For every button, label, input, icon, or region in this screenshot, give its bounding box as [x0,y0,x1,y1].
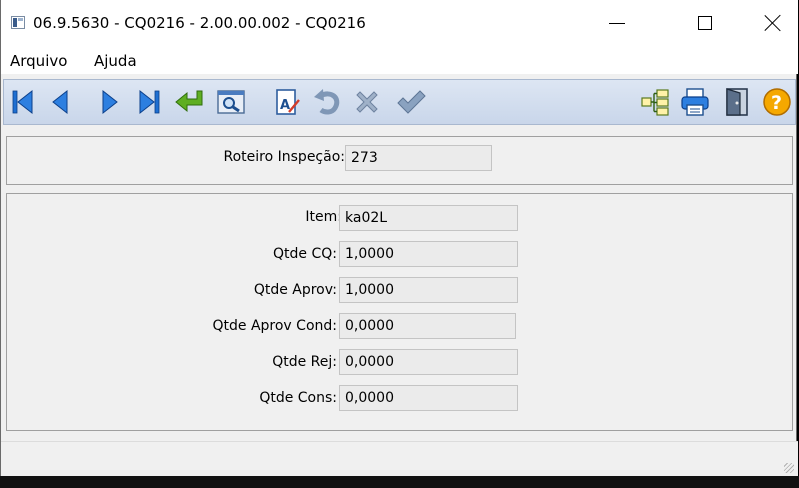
qtde-rej-label: Qtde Rej: [272,354,337,370]
previous-icon [52,89,68,115]
minimize-icon [609,22,625,24]
qtde-aprov-cond-field[interactable]: 0,0000 [339,313,516,339]
item-label: Item: [305,209,342,225]
undo-icon [314,89,340,115]
qtde-cq-field[interactable]: 1,0000 [339,241,518,267]
background-window-strip [0,476,799,488]
exit-door-icon [726,88,748,116]
app-icon[interactable] [11,16,25,29]
checkmark-icon [397,90,426,114]
maximize-icon [698,16,712,30]
help-icon: ? [763,88,791,116]
first-icon [12,89,33,115]
title-bar[interactable]: 06.9.5630 - CQ0216 - 2.00.00.002 - CQ021… [1,0,798,48]
next-record-button[interactable] [92,85,126,119]
qtde-cq-label: Qtde CQ: [273,246,337,262]
roteiro-inspecao-field[interactable]: 273 [345,145,492,171]
application-window: 06.9.5630 - CQ0216 - 2.00.00.002 - CQ021… [0,0,798,476]
roteiro-inspecao-label: Roteiro Inspeção: [223,149,345,165]
qtde-cons-field[interactable]: 0,0000 [339,385,518,411]
qtde-cons-label: Qtde Cons: [259,390,337,406]
help-button[interactable]: ? [760,85,794,119]
edit-button[interactable]: A [270,85,304,119]
header-panel: Roteiro Inspeção: 273 [6,136,793,185]
resize-grip[interactable] [784,463,794,473]
printer-icon [681,88,709,116]
menu-bar: Arquivo Ajuda [1,48,798,74]
window-title: 06.9.5630 - CQ0216 - 2.00.00.002 - CQ021… [33,14,366,32]
status-bar [1,441,798,476]
tree-button[interactable] [638,85,672,119]
next-icon [102,89,118,115]
close-icon [764,14,782,32]
qtde-aprov-label: Qtde Aprov: [253,282,337,298]
tree-icon [641,89,669,116]
first-record-button[interactable] [6,85,40,119]
qtde-aprov-cond-label: Qtde Aprov Cond: [212,318,338,334]
menu-ajuda[interactable]: Ajuda [94,52,137,70]
close-button[interactable] [742,0,799,46]
previous-record-button[interactable] [44,85,78,119]
confirm-button[interactable] [394,85,428,119]
enter-arrow-icon [175,90,203,113]
svg-text:?: ? [771,92,782,114]
details-panel: Item: ka02L Qtde CQ: 1,0000 Qtde Aprov: … [6,193,793,431]
qtde-aprov-field[interactable]: 1,0000 [339,277,518,303]
item-field[interactable]: ka02L [339,205,518,231]
cancel-button[interactable] [350,85,384,119]
undo-button[interactable] [310,85,344,119]
search-icon [217,90,245,114]
last-record-button[interactable] [132,85,166,119]
cancel-x-icon [356,91,378,113]
goto-button[interactable] [172,85,206,119]
minimize-button[interactable] [586,0,648,46]
last-icon [139,89,160,115]
toolbar: A ? [3,79,796,125]
search-button[interactable] [214,85,248,119]
qtde-rej-field[interactable]: 0,0000 [339,349,518,375]
menu-arquivo[interactable]: Arquivo [10,52,67,70]
exit-button[interactable] [720,85,754,119]
maximize-button[interactable] [674,0,736,46]
edit-document-icon: A [276,89,300,115]
print-button[interactable] [678,85,712,119]
